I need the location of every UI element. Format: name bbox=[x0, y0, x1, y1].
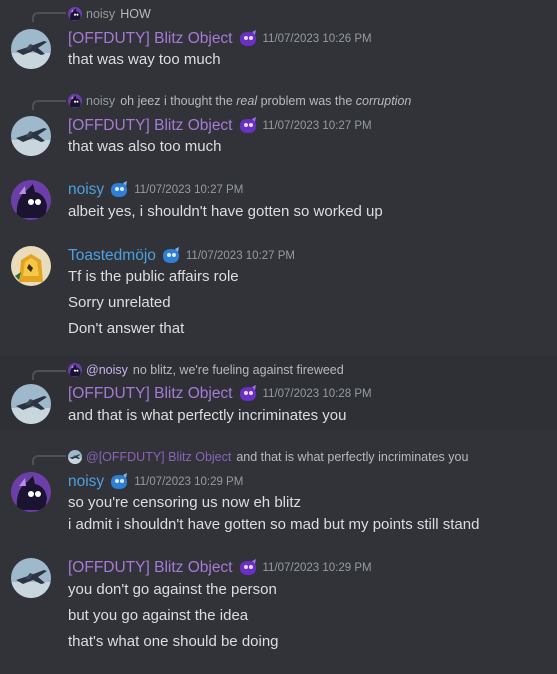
reply-spine bbox=[32, 455, 66, 465]
purple-creature-avatar-icon bbox=[68, 363, 82, 377]
message-text: that was way too much bbox=[68, 51, 221, 68]
message-text: that's what one should be doing bbox=[68, 633, 279, 650]
purple-creature-avatar-icon[interactable] bbox=[11, 180, 51, 220]
purple-creature-avatar-icon bbox=[68, 7, 82, 21]
timestamp: 11/07/2023 10:26 PM bbox=[262, 33, 372, 45]
toast-avatar-icon[interactable] bbox=[11, 246, 51, 286]
reply-spine bbox=[32, 100, 66, 110]
reply-spine bbox=[32, 12, 66, 22]
message-text: Sorry unrelated bbox=[68, 294, 171, 311]
timestamp: 11/07/2023 10:29 PM bbox=[262, 562, 372, 574]
message: noisy oh jeez i thought the real problem… bbox=[0, 88, 557, 168]
message-header: [OFFDUTY] Blitz Object 11/07/2023 10:26 … bbox=[68, 29, 372, 49]
message-header: [OFFDUTY] Blitz Object 11/07/2023 10:29 … bbox=[68, 558, 372, 578]
message-header: [OFFDUTY] Blitz Object 11/07/2023 10:28 … bbox=[68, 384, 372, 404]
reply-text: oh jeez i thought the real problem was t… bbox=[120, 94, 412, 108]
author-name[interactable]: [OFFDUTY] Blitz Object bbox=[68, 385, 233, 403]
message-header: Toastedmöjo 11/07/2023 10:27 PM bbox=[68, 246, 295, 266]
role-badge-icon bbox=[238, 559, 258, 577]
reply-author[interactable]: @noisy bbox=[86, 363, 128, 377]
message: noisy HOW [OFFDUTY] Blitz Object 11/07/2… bbox=[0, 0, 557, 80]
author-name[interactable]: [OFFDUTY] Blitz Object bbox=[68, 117, 233, 135]
role-badge-icon bbox=[109, 181, 129, 199]
timestamp: 11/07/2023 10:27 PM bbox=[262, 120, 372, 132]
message-header: noisy 11/07/2023 10:27 PM bbox=[68, 180, 243, 200]
role-badge-icon bbox=[238, 117, 258, 135]
message: noisy 11/07/2023 10:27 PM albeit yes, i … bbox=[0, 176, 557, 232]
message: Toastedmöjo 11/07/2023 10:27 PM Tf is th… bbox=[0, 240, 557, 348]
message-text: that was also too much bbox=[68, 138, 222, 155]
purple-creature-avatar-icon[interactable] bbox=[11, 472, 51, 512]
reply-author[interactable]: noisy bbox=[86, 94, 115, 108]
timestamp: 11/07/2023 10:27 PM bbox=[134, 184, 244, 196]
purple-creature-avatar-icon bbox=[68, 94, 82, 108]
author-name[interactable]: noisy bbox=[68, 181, 104, 199]
jet-avatar-icon[interactable] bbox=[11, 384, 51, 424]
role-badge-icon bbox=[238, 385, 258, 403]
message-text: albeit yes, i shouldn't have gotten so w… bbox=[68, 203, 383, 220]
role-badge-icon bbox=[238, 30, 258, 48]
reply-author[interactable]: noisy bbox=[86, 7, 115, 21]
message-text: but you go against the idea bbox=[68, 607, 249, 624]
role-badge-icon bbox=[161, 247, 181, 265]
message: [OFFDUTY] Blitz Object 11/07/2023 10:29 … bbox=[0, 552, 557, 662]
reply-text: and that is what perfectly incriminates … bbox=[236, 450, 469, 464]
timestamp: 11/07/2023 10:28 PM bbox=[262, 388, 372, 400]
timestamp: 11/07/2023 10:27 PM bbox=[185, 250, 296, 262]
reply-text: no blitz, we're fueling against fireweed bbox=[132, 363, 344, 377]
jet-avatar-icon[interactable] bbox=[11, 29, 51, 69]
message-text: so you're censoring us now eh blitz bbox=[68, 494, 301, 511]
message-text: i admit i shouldn't have gotten so mad b… bbox=[68, 516, 480, 533]
message-header: noisy 11/07/2023 10:29 PM bbox=[68, 472, 243, 492]
reply-preview[interactable]: @noisy no blitz, we're fueling against f… bbox=[68, 362, 344, 378]
message-header: [OFFDUTY] Blitz Object 11/07/2023 10:27 … bbox=[68, 116, 372, 136]
reply-author[interactable]: @[OFFDUTY] Blitz Object bbox=[86, 450, 231, 464]
role-badge-icon bbox=[109, 473, 129, 491]
author-name[interactable]: Toastedmöjo bbox=[68, 247, 156, 265]
reply-preview[interactable]: noisy HOW bbox=[68, 6, 151, 22]
message-text: Tf is the public affairs role bbox=[68, 268, 239, 285]
author-name[interactable]: noisy bbox=[68, 473, 104, 491]
jet-avatar-icon bbox=[68, 450, 82, 464]
message: @[OFFDUTY] Blitz Object and that is what… bbox=[0, 442, 557, 542]
message: @noisy no blitz, we're fueling against f… bbox=[0, 356, 557, 430]
reply-preview[interactable]: noisy oh jeez i thought the real problem… bbox=[68, 93, 411, 109]
author-name[interactable]: [OFFDUTY] Blitz Object bbox=[68, 559, 233, 577]
reply-spine bbox=[32, 370, 66, 380]
author-name[interactable]: [OFFDUTY] Blitz Object bbox=[68, 30, 233, 48]
reply-text: HOW bbox=[120, 7, 151, 21]
message-text: Don't answer that bbox=[68, 320, 185, 337]
message-text: and that is what perfectly incriminates … bbox=[68, 407, 347, 424]
reply-preview[interactable]: @[OFFDUTY] Blitz Object and that is what… bbox=[68, 449, 468, 465]
timestamp: 11/07/2023 10:29 PM bbox=[134, 476, 244, 488]
message-text: you don't go against the person bbox=[68, 581, 277, 598]
jet-avatar-icon[interactable] bbox=[11, 558, 51, 598]
jet-avatar-icon[interactable] bbox=[11, 116, 51, 156]
